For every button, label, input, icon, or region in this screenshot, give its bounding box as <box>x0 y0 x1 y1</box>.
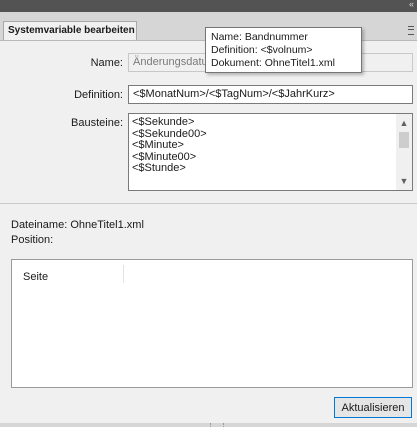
scroll-down-icon[interactable]: ▼ <box>396 174 412 188</box>
position-label: Position: <box>11 234 54 246</box>
list-item[interactable]: <$Minute> <box>129 139 412 152</box>
tooltip-name-line: Name: Bandnummer <box>211 31 308 43</box>
scroll-thumb[interactable] <box>399 132 409 148</box>
definition-field[interactable]: <$MonatNum>/<$TagNum>/<$JahrKurz> <box>128 85 413 104</box>
update-button[interactable]: Aktualisieren <box>334 397 412 418</box>
panel-bottom-edge <box>0 423 417 427</box>
list-item[interactable]: <$Sekunde> <box>129 116 412 129</box>
dateiname-value: OhneTitel1.xml <box>70 219 144 231</box>
dateiname-row: Dateiname: OhneTitel1.xml <box>11 219 144 231</box>
listbox-scrollbar[interactable]: ▲ ▼ <box>396 114 412 190</box>
list-item[interactable]: <$Stunde> <box>129 162 412 175</box>
section-divider <box>0 203 417 204</box>
tooltip-document-line: Dokument: OhneTitel1.xml <box>211 57 335 69</box>
bausteine-listbox[interactable]: <$Sekunde> <$Sekunde00> <$Minute> <$Minu… <box>128 113 413 191</box>
tab-systemvariable-bearbeiten[interactable]: Systemvariable bearbeiten <box>3 21 137 40</box>
dateiname-label: Dateiname: <box>11 219 68 231</box>
column-header-seite[interactable]: Seite <box>23 271 48 283</box>
bausteine-label: Bausteine: <box>71 117 123 129</box>
collapse-panel-icon[interactable]: « <box>409 0 414 9</box>
column-separator[interactable] <box>123 265 124 283</box>
panel-menu-icon[interactable] <box>408 26 414 35</box>
definition-label: Definition: <box>74 89 123 101</box>
variable-tooltip: Name: Bandnummer Definition: <$volnum> D… <box>205 27 362 73</box>
tooltip-definition-line: Definition: <$volnum> <box>211 44 313 56</box>
resize-grip[interactable] <box>210 423 224 427</box>
panel-titlebar: « <box>0 0 417 12</box>
page-table[interactable]: Seite <box>11 259 413 388</box>
name-label: Name: <box>90 57 123 69</box>
scroll-up-icon[interactable]: ▲ <box>396 116 412 130</box>
